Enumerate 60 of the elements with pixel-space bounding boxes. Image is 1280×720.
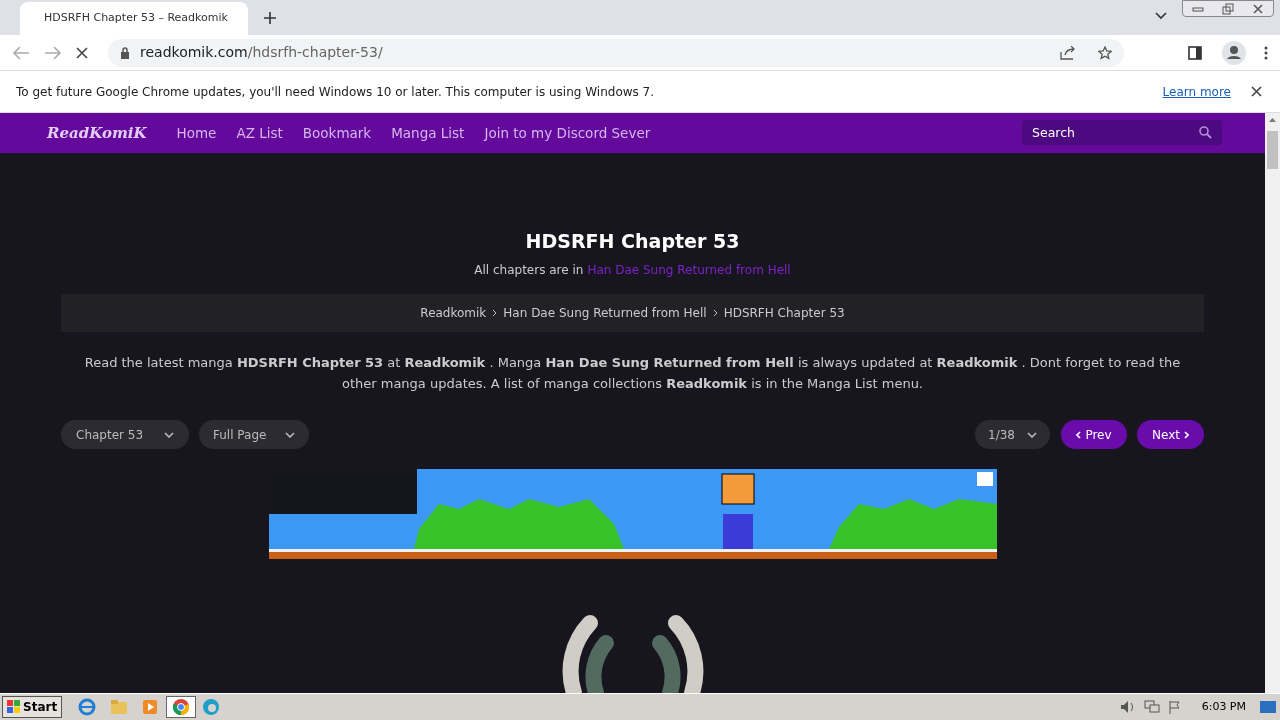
chevron-down-icon[interactable] (1155, 12, 1167, 20)
flag-icon[interactable] (1167, 700, 1182, 714)
chevron-right-icon (492, 309, 498, 317)
edge-icon[interactable] (202, 698, 221, 716)
restore-icon[interactable] (1222, 2, 1234, 15)
start-button[interactable]: Start (2, 696, 63, 718)
next-button[interactable]: Next (1137, 420, 1204, 449)
url-text: readkomik.com/hdsrfh-chapter-53/ (140, 43, 384, 62)
address-bar[interactable]: readkomik.com/hdsrfh-chapter-53/ (108, 38, 1124, 67)
view-mode-select[interactable]: Full Page (199, 420, 309, 449)
chapter-title: HDSRFH Chapter 53 (525, 228, 740, 254)
volume-icon[interactable] (1119, 700, 1136, 714)
close-icon[interactable] (1251, 86, 1262, 97)
forward-icon[interactable] (44, 45, 62, 60)
chevron-right-icon (1184, 430, 1189, 439)
tab-title: HDSRFH Chapter 53 – Readkomik (44, 10, 228, 27)
profile-icon[interactable] (1222, 40, 1246, 65)
site-logo[interactable]: ReadKomiK (47, 121, 147, 144)
nav-link[interactable]: Manga List (391, 122, 465, 143)
scroll-thumb[interactable] (1267, 131, 1278, 169)
page-select[interactable]: 1/38 (975, 420, 1050, 449)
subtitle-text: All chapters are in (474, 262, 584, 279)
chevron-down-icon (164, 431, 174, 438)
infobar-message: To get future Google Chrome updates, you'll need Windows 10 or later. This computer is using Windows 7. (16, 83, 656, 101)
chapter-select[interactable]: Chapter 53 (61, 420, 189, 449)
lock-icon (120, 46, 130, 59)
scroll-up-icon[interactable] (1268, 117, 1277, 123)
chrome-taskbar-icon[interactable] (166, 696, 197, 718)
breadcrumb-link[interactable]: Readkomik (420, 304, 487, 322)
chevron-down-icon (285, 431, 295, 438)
close-icon[interactable] (1252, 3, 1264, 14)
minimize-icon[interactable] (1192, 5, 1204, 12)
chevron-right-icon (712, 309, 718, 317)
learn-more-link[interactable]: Learn more (1162, 82, 1231, 101)
stop-icon[interactable] (76, 46, 88, 59)
back-icon[interactable] (12, 45, 30, 60)
search-icon[interactable] (1199, 126, 1212, 140)
clock-text: 6:03 PM (1201, 698, 1246, 715)
windows-logo-icon (7, 700, 21, 714)
nav-link[interactable]: AZ List (236, 122, 283, 143)
ie-icon[interactable] (78, 698, 97, 716)
share-icon[interactable] (1060, 45, 1076, 60)
breadcrumb-link[interactable]: Han Dae Sung Returned from Hell (503, 304, 707, 322)
search-field[interactable]: Search (1022, 120, 1222, 146)
prev-button[interactable]: Prev (1061, 420, 1127, 449)
nav-link[interactable]: Join to my Discord Sever (484, 122, 651, 143)
chevron-left-icon (1076, 430, 1082, 439)
new-tab-icon[interactable] (264, 12, 276, 24)
show-desktop-icon[interactable] (1260, 700, 1276, 714)
menu-icon[interactable] (1264, 45, 1268, 60)
network-icon[interactable] (1143, 700, 1160, 714)
breadcrumb-current: HDSRFH Chapter 53 (723, 305, 845, 322)
star-icon[interactable] (1098, 45, 1112, 60)
nav-link[interactable]: Home (176, 122, 217, 143)
browser-tab[interactable]: HDSRFH Chapter 53 – Readkomik (20, 2, 248, 35)
media-player-icon[interactable] (142, 699, 159, 715)
description-text: Read the latest manga HDSRFH Chapter 53 at Readkomik . Manga Han Dae Sung Returned from Hell is always updated at Readkomik . Dont forget to read the other manga updates. A list of manga collections Readkomik is in the Manga List menu. (83, 354, 1182, 393)
nav-link[interactable]: Bookmark (302, 122, 372, 143)
side-panel-icon[interactable] (1188, 45, 1202, 60)
chevron-down-icon (1027, 431, 1037, 438)
